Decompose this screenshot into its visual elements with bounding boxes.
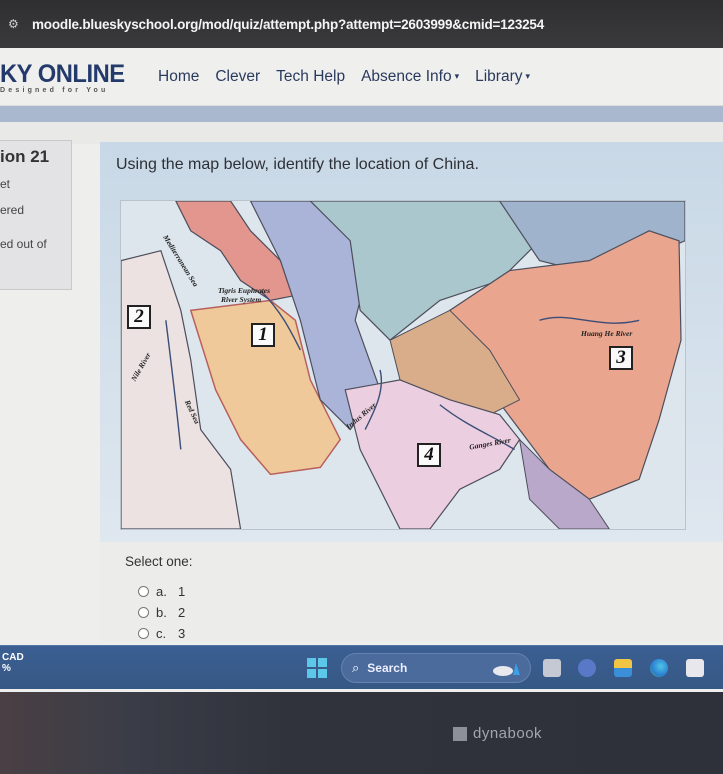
- map-label-tigris: Tigris Euphrates: [218, 286, 271, 295]
- nav-clever[interactable]: Clever: [215, 68, 260, 86]
- device-brand: dynabook: [453, 725, 542, 742]
- radio-button[interactable]: [138, 628, 149, 639]
- nav-label: Library: [475, 68, 523, 85]
- chat-icon[interactable]: [578, 659, 596, 677]
- windows-logo-icon: [318, 669, 327, 678]
- site-logo[interactable]: KY ONLINE Designed for You: [0, 60, 131, 94]
- question-content: Using the map below, identify the locati…: [100, 142, 723, 642]
- question-info-block: ion 21 et ered ed out of: [0, 140, 72, 290]
- option-letter: a.: [156, 584, 167, 599]
- answer-area: Select one: a. 1 b. 2 c. 3: [100, 542, 723, 642]
- map-marker-2: 2: [127, 305, 151, 329]
- answer-option-b[interactable]: b. 2: [138, 605, 185, 620]
- search-highlight-icon: [493, 663, 520, 676]
- option-value: 1: [178, 584, 186, 599]
- start-button[interactable]: [307, 658, 327, 678]
- map-marker-3: 3: [609, 346, 633, 370]
- screen: ⚙ moodle.blueskyschool.org/mod/quiz/atte…: [0, 0, 723, 692]
- question-mark: ed out of: [0, 237, 47, 251]
- map-image: Mediterranean Sea Tigris Euphrates River…: [120, 200, 686, 530]
- nav-home[interactable]: Home: [158, 68, 199, 86]
- store-icon[interactable]: [686, 659, 704, 677]
- select-one-prompt: Select one:: [125, 554, 193, 569]
- question-number: ion 21: [0, 147, 50, 166]
- nav-label: Absence Info: [361, 68, 452, 85]
- map-marker-4: 4: [417, 443, 441, 467]
- map-label-tigris-system: River System: [221, 295, 262, 304]
- search-icon: ⌕: [352, 660, 360, 675]
- option-value: 2: [178, 605, 186, 620]
- chevron-down-icon: ▾: [454, 71, 460, 82]
- nav-library[interactable]: Library ▾: [475, 68, 530, 86]
- search-label: Search: [367, 661, 408, 675]
- laptop-bezel: dynabook: [0, 692, 723, 774]
- windows-logo-icon: [318, 658, 327, 667]
- url-text[interactable]: moodle.blueskyschool.org/mod/quiz/attemp…: [32, 17, 544, 32]
- nav-absence-info[interactable]: Absence Info ▾: [361, 68, 459, 86]
- widget-subtext: %: [2, 663, 11, 674]
- dynabook-logo-icon: [453, 726, 467, 741]
- widget-text: CAD: [2, 652, 24, 663]
- answer-option-c[interactable]: c. 3: [138, 626, 185, 641]
- question-text-box: Using the map below, identify the locati…: [100, 142, 723, 542]
- nav-label: Clever: [215, 68, 261, 85]
- device-brand-text: dynabook: [473, 725, 543, 742]
- main-nav: Home Clever Tech Help Absence Info ▾ Libr…: [158, 68, 530, 86]
- taskbar-widget[interactable]: CAD %: [2, 652, 24, 674]
- edge-icon[interactable]: [650, 659, 668, 677]
- option-letter: b.: [156, 605, 167, 620]
- site-header: KY ONLINE Designed for You Home Clever T…: [0, 48, 723, 106]
- address-bar[interactable]: ⚙ moodle.blueskyschool.org/mod/quiz/atte…: [0, 0, 723, 48]
- site-settings-icon[interactable]: ⚙: [8, 17, 22, 31]
- windows-logo-icon: [307, 669, 316, 678]
- sub-band: [0, 122, 723, 144]
- nav-band: [0, 106, 723, 122]
- answer-option-a[interactable]: a. 1: [138, 584, 185, 599]
- taskbar-search[interactable]: ⌕ Search: [341, 653, 531, 683]
- radio-button[interactable]: [138, 586, 149, 597]
- map-marker-1: 1: [251, 323, 275, 347]
- option-value: 3: [178, 626, 186, 641]
- brand-name: KY ONLINE: [0, 60, 125, 88]
- question-text: Using the map below, identify the locati…: [116, 156, 479, 173]
- chevron-down-icon: ▾: [525, 71, 531, 82]
- question-status: et: [0, 177, 11, 191]
- nav-tech-help[interactable]: Tech Help: [276, 68, 345, 86]
- question-answer-status: ered: [0, 203, 25, 217]
- task-view-icon[interactable]: [543, 659, 561, 677]
- taskbar: CAD % ⌕ Search: [0, 645, 723, 689]
- option-letter: c.: [156, 626, 167, 641]
- windows-logo-icon: [307, 658, 316, 667]
- radio-button[interactable]: [138, 607, 149, 618]
- file-explorer-icon[interactable]: [614, 659, 632, 677]
- nav-label: Home: [158, 68, 200, 85]
- nav-label: Tech Help: [276, 68, 346, 85]
- map-label-huang-he: Huang He River: [581, 329, 633, 338]
- map-graphic: [121, 201, 685, 529]
